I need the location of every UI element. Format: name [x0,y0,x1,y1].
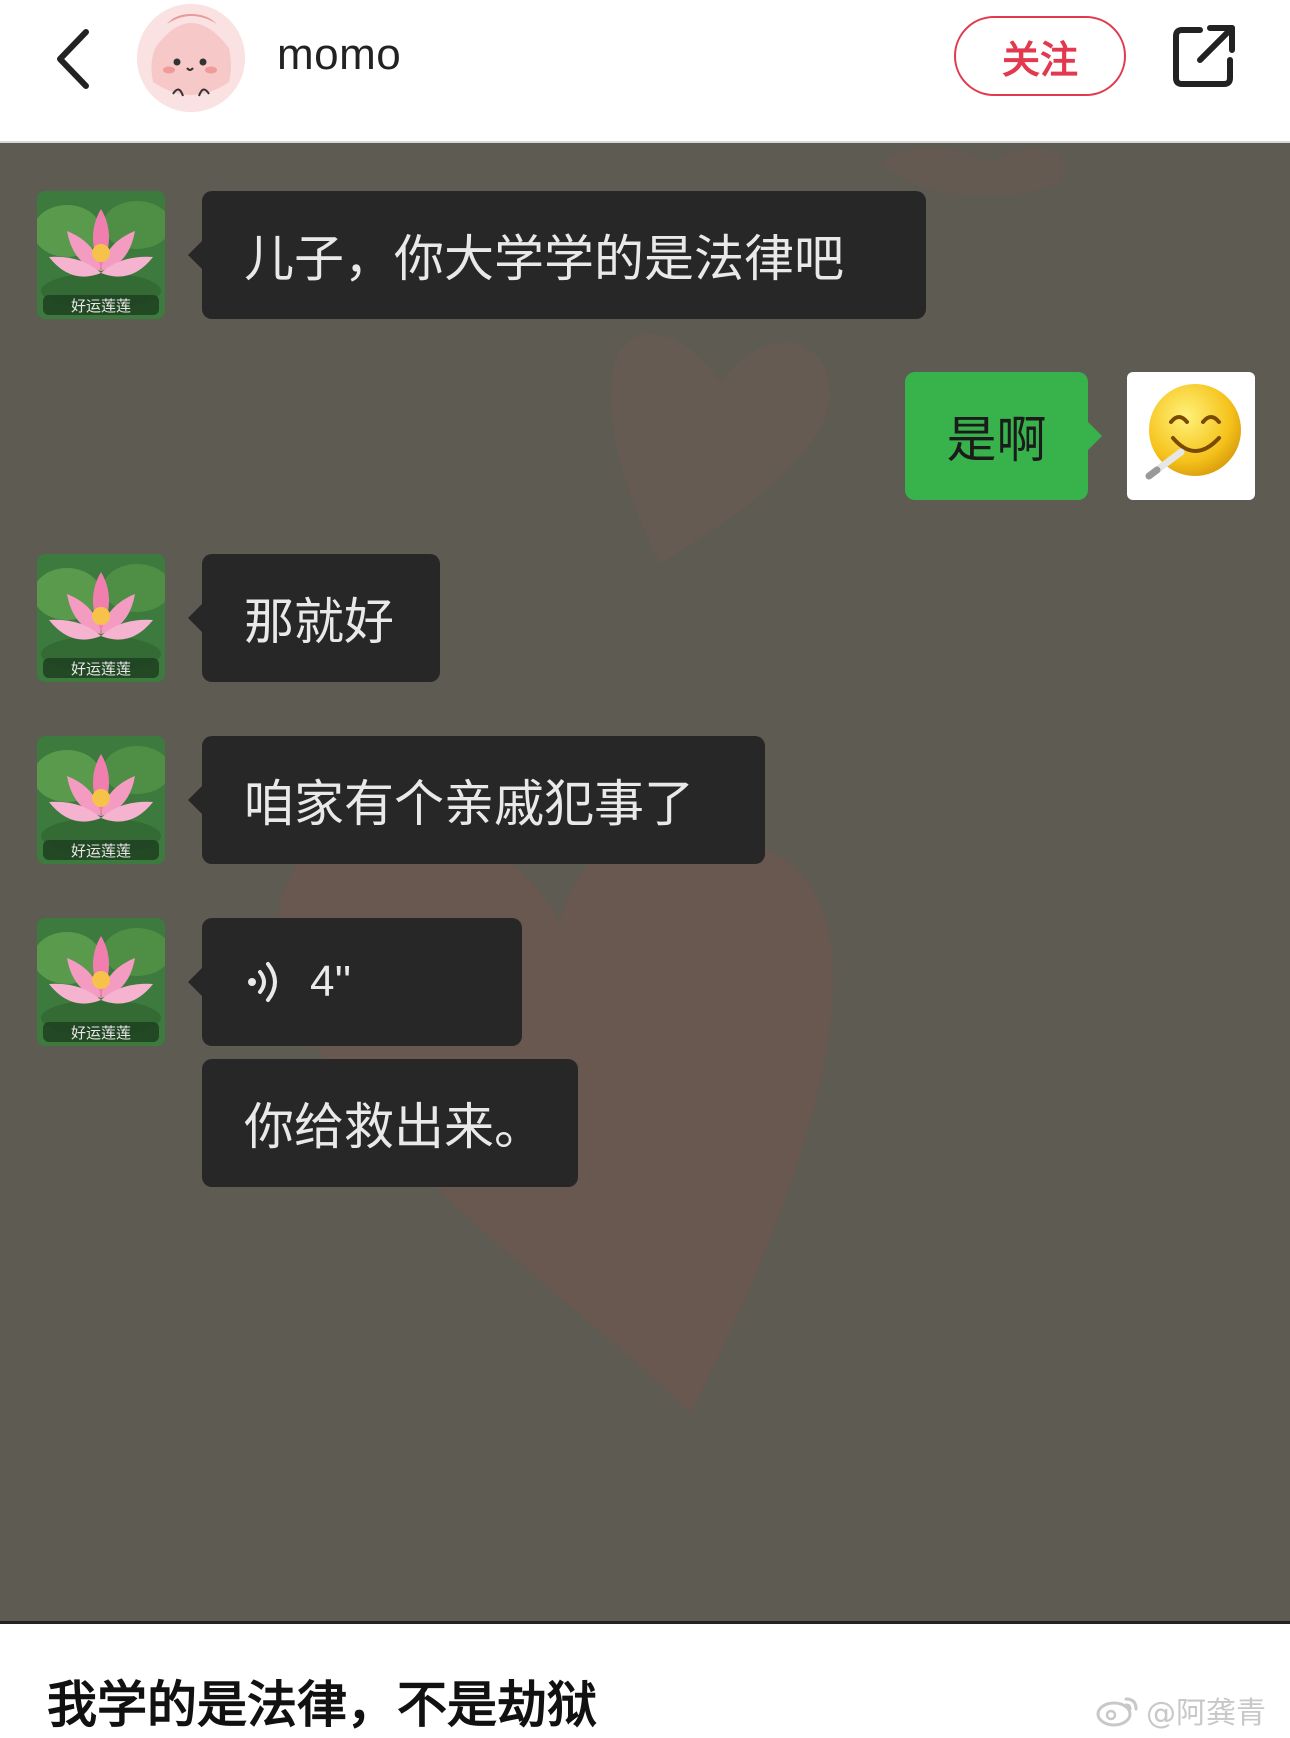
sender-avatar-text: 好运莲莲 [71,297,131,315]
voice-message-bubble[interactable]: 4'' [188,918,522,1046]
user-avatar[interactable] [137,4,245,112]
sender-avatar-text: 好运莲莲 [71,1024,131,1042]
sender-avatar-text: 好运莲莲 [71,660,131,678]
message-bubble[interactable]: 那就好 [188,554,440,682]
message-text: 儿子，你大学学的是法律吧 [244,230,844,288]
sender-avatar[interactable]: 好运莲莲 [37,554,165,682]
sender-avatar[interactable]: 好运莲莲 [37,736,165,864]
chat-screenshot: 好运莲莲 儿子，你大学学的是法律吧 是啊 好运莲莲 那就好 好运莲莲 咱家有个亲… [0,143,1290,1621]
sender-avatar[interactable]: 好运莲莲 [37,918,165,1046]
watermark: @阿龚青 [1096,1688,1266,1732]
share-external-icon[interactable] [1170,22,1238,90]
watermark-text: @阿龚青 [1146,1696,1266,1731]
message-text: 是啊 [946,411,1047,469]
weibo-logo-icon [1096,1697,1138,1727]
post-caption: 我学的是法律，不是劫狱 [47,1676,597,1734]
voice-duration: 4'' [310,957,352,1006]
message-bubble[interactable]: 儿子，你大学学的是法律吧 [188,191,926,319]
message-text: 咱家有个亲戚犯事了 [244,775,694,833]
heart-background [277,148,1066,1413]
smiling-emoji-icon [1145,384,1241,480]
chevron-left-icon[interactable] [48,24,108,94]
image-divider [0,1621,1290,1624]
message-bubble[interactable]: 咱家有个亲戚犯事了 [188,736,765,864]
voice-wave-icon [248,962,277,1002]
sender-avatar[interactable]: 好运莲莲 [37,191,165,319]
message-text: 你给救出来。 [244,1098,544,1156]
message-bubble[interactable]: 你给救出来。 [202,1059,578,1187]
message-bubble-self[interactable]: 是啊 [905,372,1102,500]
message-text: 那就好 [244,593,394,651]
username[interactable]: momo [277,30,401,80]
self-avatar[interactable] [1127,372,1255,500]
top-bar: momo 关注 [0,0,1290,143]
follow-button[interactable]: 关注 [954,16,1126,96]
sender-avatar-text: 好运莲莲 [71,842,131,860]
